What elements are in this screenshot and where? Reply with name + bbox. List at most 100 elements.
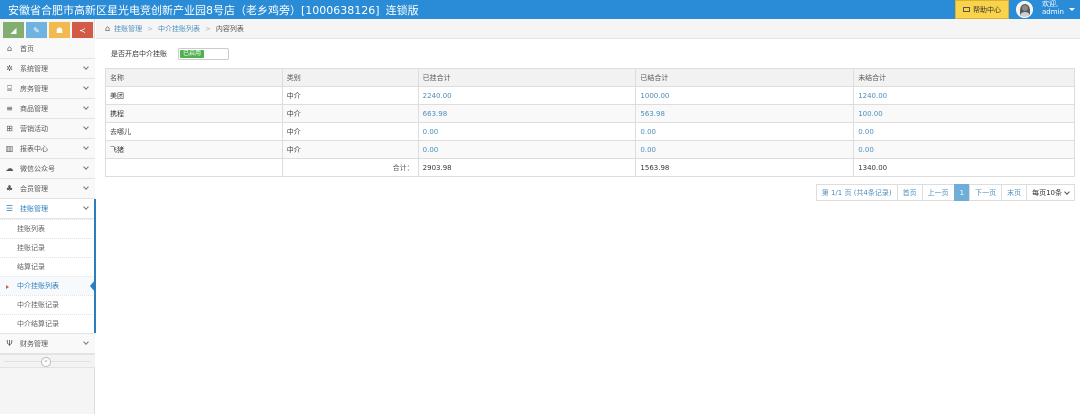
shortcut-share-button[interactable]: ≺ bbox=[72, 22, 93, 38]
table-row: 飞猪 中介 0.00 0.00 0.00 bbox=[105, 140, 1075, 159]
sidebar-item-label: 首页 bbox=[20, 44, 34, 53]
chart-icon: ◢ bbox=[10, 25, 17, 35]
gift-icon: ⊞ bbox=[6, 124, 13, 133]
breadcrumb-link-agency-list[interactable]: 中介挂账列表 bbox=[158, 24, 200, 34]
submenu-item-agency-settle-records[interactable]: 中介结算记录 bbox=[0, 314, 95, 333]
last-page-button[interactable]: 末页 bbox=[1001, 184, 1028, 201]
total-hung: 2903.98 bbox=[417, 158, 637, 177]
first-page-button[interactable]: 首页 bbox=[896, 184, 923, 201]
sidebar-item-members[interactable]: ♣ 会员管理 bbox=[0, 179, 95, 199]
column-header-name: 名称 bbox=[105, 68, 283, 87]
submenu-item-credit-list[interactable]: 挂账列表 bbox=[0, 219, 95, 238]
top-header: 安徽省合肥市高新区星光电竞创新产业园8号店（老乡鸡旁）[1000638126] 连… bbox=[0, 0, 1080, 19]
chevron-down-icon bbox=[83, 84, 89, 90]
submenu-item-agency-credit-records[interactable]: 中介挂账记录 bbox=[0, 295, 95, 314]
cell-type: 中介 bbox=[281, 122, 419, 141]
prev-page-button[interactable]: 上一页 bbox=[921, 184, 955, 201]
submenu-item-label: 挂账列表 bbox=[17, 225, 45, 233]
pagination-info: 第 1/1 页 (共4条记录) bbox=[815, 184, 898, 201]
avatar-head bbox=[1022, 5, 1028, 11]
cell-name: 美团 bbox=[105, 86, 283, 105]
sidebar-item-label: 报表中心 bbox=[20, 144, 48, 153]
cell-settled-link[interactable]: 0.00 bbox=[635, 122, 855, 141]
group-icon: ♣ bbox=[5, 184, 14, 193]
caret-down-icon[interactable] bbox=[1069, 8, 1075, 11]
pagination: 第 1/1 页 (共4条记录) 首页 上一页 1 下一页 末页 每页10条 bbox=[815, 184, 1075, 201]
submenu-item-settle-records[interactable]: 结算记录 bbox=[0, 257, 95, 276]
database-icon: ≡ bbox=[6, 104, 13, 113]
breadcrumb-link-credit[interactable]: 挂账管理 bbox=[114, 24, 142, 34]
sidebar-menu: ⌂ 首页 ✲ 系统管理 ⌸ 房务管理 ≡ 商品管理 ⊞ 营销活动 ▥ 报表中心 bbox=[0, 39, 96, 354]
users-icon: ☗ bbox=[55, 25, 64, 35]
sidebar-item-label: 系统管理 bbox=[20, 64, 48, 73]
breadcrumb-current: 内容列表 bbox=[215, 24, 244, 33]
shortcut-chart-button[interactable]: ◢ bbox=[3, 22, 24, 38]
double-chevron-left-icon: « bbox=[44, 358, 48, 365]
breadcrumb-separator: > bbox=[147, 24, 153, 33]
sidebar-collapse-bar: « bbox=[0, 354, 95, 368]
collapse-sidebar-button[interactable]: « bbox=[41, 357, 51, 367]
sidebar-item-label: 营销活动 bbox=[20, 124, 48, 133]
cell-hung-link[interactable]: 2240.00 bbox=[417, 86, 637, 105]
page-size-select[interactable]: 每页10条 bbox=[1026, 184, 1075, 201]
chevron-down-icon bbox=[83, 184, 89, 190]
column-header-unsettled: 未结合计 bbox=[853, 68, 1075, 87]
active-arrow-icon bbox=[90, 280, 95, 292]
agency-credit-switch[interactable]: 已启用 bbox=[178, 48, 229, 60]
cell-unsettled-link[interactable]: 0.00 bbox=[853, 140, 1075, 159]
home-icon[interactable]: ⌂ bbox=[105, 24, 110, 33]
breadcrumb-separator: > bbox=[204, 24, 211, 33]
total-unsettled: 1340.00 bbox=[853, 158, 1075, 177]
submenu-item-credit-records[interactable]: 挂账记录 bbox=[0, 238, 95, 257]
table-row: 去哪儿 中介 0.00 0.00 0.00 bbox=[105, 122, 1075, 141]
chevron-down-icon bbox=[83, 204, 89, 210]
cell-name: 携程 bbox=[105, 104, 283, 123]
user-menu[interactable]: 欢迎, admin bbox=[1013, 0, 1080, 19]
cutlery-icon: Ψ bbox=[6, 339, 13, 348]
sidebar-item-reports[interactable]: ▥ 报表中心 bbox=[0, 139, 95, 159]
bar-chart-icon: ▥ bbox=[5, 144, 14, 153]
sidebar-item-system[interactable]: ✲ 系统管理 bbox=[0, 59, 95, 79]
cell-unsettled-link[interactable]: 100.00 bbox=[853, 104, 1075, 123]
help-center-button[interactable]: 帮助中心 bbox=[955, 0, 1009, 19]
shortcut-pencil-button[interactable]: ✎ bbox=[26, 22, 47, 38]
sidebar-item-home[interactable]: ⌂ 首页 bbox=[0, 39, 95, 59]
cell-type: 中介 bbox=[281, 140, 419, 159]
submenu-item-agency-credit-list[interactable]: 中介挂账列表 bbox=[0, 276, 95, 295]
total-settled: 1563.98 bbox=[635, 158, 855, 177]
sidebar-item-products[interactable]: ≡ 商品管理 bbox=[0, 99, 95, 119]
cell-unsettled-link[interactable]: 0.00 bbox=[853, 122, 1075, 141]
cell-hung-link[interactable]: 0.00 bbox=[417, 122, 637, 141]
cell-hung-link[interactable]: 663.98 bbox=[417, 104, 637, 123]
cell-settled-link[interactable]: 1000.00 bbox=[635, 86, 855, 105]
submenu-item-label: 挂账记录 bbox=[17, 244, 45, 252]
sidebar-item-rooms[interactable]: ⌸ 房务管理 bbox=[0, 79, 95, 99]
next-page-button[interactable]: 下一页 bbox=[969, 184, 1003, 201]
username: admin bbox=[1042, 8, 1064, 16]
cell-hung-link[interactable]: 0.00 bbox=[417, 140, 637, 159]
sidebar-item-credit[interactable]: ☰ 挂账管理 bbox=[0, 199, 96, 219]
shortcut-users-button[interactable]: ☗ bbox=[49, 22, 70, 38]
credit-submenu: 挂账列表 挂账记录 结算记录 中介挂账列表 中介挂账记录 中介结算记录 bbox=[0, 219, 96, 334]
column-header-settled: 已结合计 bbox=[635, 68, 855, 87]
avatar-body bbox=[1020, 12, 1030, 17]
sidebar-item-label: 微信公众号 bbox=[20, 164, 55, 173]
column-header-hung: 已挂合计 bbox=[417, 68, 637, 87]
cell-type: 中介 bbox=[281, 104, 419, 123]
submenu-item-label: 结算记录 bbox=[17, 263, 45, 271]
submenu-item-label: 中介挂账列表 bbox=[17, 282, 59, 290]
cell-unsettled-link[interactable]: 1240.00 bbox=[853, 86, 1075, 105]
chevron-down-icon bbox=[83, 339, 89, 345]
bank-icon: ⌸ bbox=[7, 84, 12, 93]
avatar[interactable] bbox=[1016, 1, 1033, 18]
sidebar-item-finance[interactable]: Ψ 财务管理 bbox=[0, 334, 95, 354]
page-1-button[interactable]: 1 bbox=[953, 184, 971, 201]
cell-settled-link[interactable]: 563.98 bbox=[635, 104, 855, 123]
sidebar-item-wechat[interactable]: ☁ 微信公众号 bbox=[0, 159, 95, 179]
cell-settled-link[interactable]: 0.00 bbox=[635, 140, 855, 159]
cell-type: 中介 bbox=[281, 86, 419, 105]
sidebar: ◢ ✎ ☗ ≺ ⌂ 首页 ✲ 系统管理 ⌸ 房务管理 ≡ 商品管理 ⊞ 营销活动 bbox=[0, 19, 96, 414]
agency-credit-table: 名称 类别 已挂合计 已结合计 未结合计 美团 中介 2240.00 1000.… bbox=[105, 68, 1075, 177]
sidebar-item-marketing[interactable]: ⊞ 营销活动 bbox=[0, 119, 95, 139]
welcome-text: 欢迎, bbox=[1042, 0, 1059, 8]
